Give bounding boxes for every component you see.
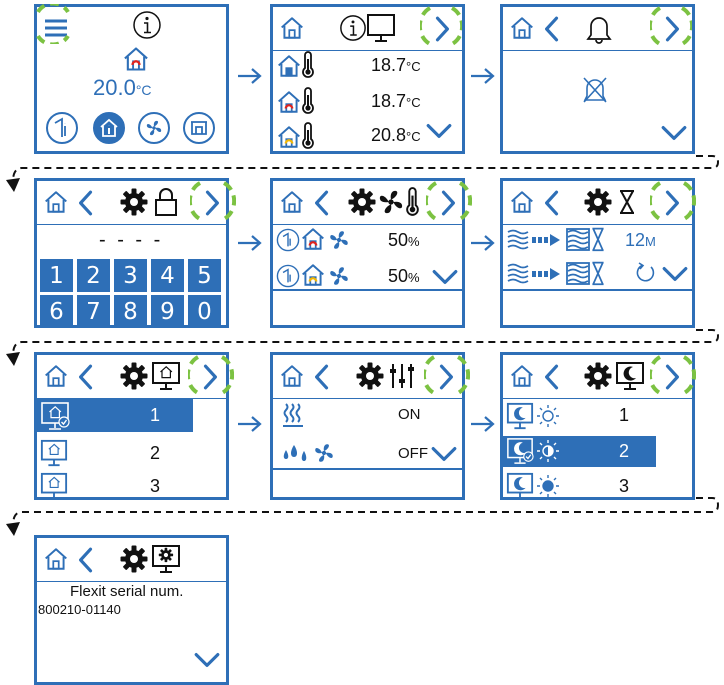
chevron-down-icon[interactable] bbox=[431, 268, 459, 286]
fan-row-value: 50% bbox=[388, 266, 420, 286]
fan-icon bbox=[328, 265, 350, 287]
chevron-left-icon[interactable] bbox=[77, 546, 95, 574]
mode-option-label: 1 bbox=[150, 405, 161, 425]
fan-icon bbox=[313, 442, 335, 464]
info-row-value: 18.7°C bbox=[371, 91, 421, 111]
serial-number: 800210-01140 bbox=[38, 602, 121, 617]
monitor-icon bbox=[366, 13, 396, 43]
sun-half-icon bbox=[537, 440, 559, 462]
house-extract-icon bbox=[276, 89, 302, 115]
home-temperature: 20.0°C bbox=[93, 75, 152, 100]
info-row-value: 18.7°C bbox=[371, 55, 421, 75]
monitor-gear-icon bbox=[151, 544, 181, 574]
flow-arrow-right bbox=[471, 416, 495, 432]
alarm-off-icon bbox=[583, 77, 607, 103]
home-icon[interactable] bbox=[509, 15, 535, 41]
flow-arrow-right bbox=[471, 68, 495, 84]
house-extract-icon bbox=[300, 226, 326, 252]
key-1[interactable]: 1 bbox=[40, 259, 73, 292]
home-alarm-icon bbox=[122, 45, 150, 73]
heater-icon bbox=[283, 403, 303, 427]
flow-arrow-right bbox=[238, 68, 262, 84]
info-icon bbox=[340, 15, 366, 41]
sleep-option-label[interactable]: 1 bbox=[619, 405, 629, 426]
home-icon[interactable] bbox=[279, 15, 305, 41]
gear-icon bbox=[119, 544, 149, 574]
separator bbox=[503, 289, 692, 291]
separator bbox=[273, 289, 462, 291]
separator bbox=[273, 468, 462, 470]
airflow-boost-icon bbox=[507, 227, 604, 252]
airflow-boost-icon bbox=[507, 261, 604, 286]
bell-icon bbox=[586, 17, 612, 44]
sleep-option-label: 2 bbox=[619, 441, 630, 461]
key-3[interactable]: 3 bbox=[114, 259, 147, 292]
home-icon[interactable] bbox=[43, 546, 69, 572]
screen-serial: Flexit serial num. 800210-01140 bbox=[34, 535, 229, 685]
mode-option-selected[interactable]: 1 bbox=[37, 399, 193, 432]
chevron-left-icon[interactable] bbox=[543, 15, 561, 43]
timer-value: 12M bbox=[625, 230, 656, 250]
thermometer-icon bbox=[301, 51, 315, 79]
flow-wrap-connector bbox=[6, 329, 720, 366]
chevron-down-icon[interactable] bbox=[661, 265, 689, 283]
flow-arrow-right bbox=[471, 235, 495, 251]
flow-arrow-right bbox=[238, 235, 262, 251]
sleep-option-selected[interactable]: 2 bbox=[503, 436, 656, 467]
monitor-home-icon bbox=[40, 439, 68, 467]
away-icon bbox=[276, 264, 300, 288]
setting-value[interactable]: ON bbox=[398, 406, 421, 423]
key-2[interactable]: 2 bbox=[77, 259, 110, 292]
monitor-home-check-icon bbox=[41, 402, 70, 430]
highlight-menu-icon bbox=[36, 4, 70, 44]
highlight-next-icon bbox=[650, 6, 692, 46]
fan-icon bbox=[328, 229, 350, 251]
flow-wrap-connector bbox=[6, 497, 720, 536]
sun-outline-icon bbox=[537, 405, 559, 427]
fan-row-value: 50% bbox=[388, 230, 420, 250]
refresh-icon[interactable] bbox=[633, 261, 657, 285]
monitor-moon-check-icon bbox=[507, 438, 534, 464]
key-5[interactable]: 5 bbox=[188, 259, 221, 292]
flow-arrow-right bbox=[238, 416, 262, 432]
monitor-moon-icon bbox=[506, 402, 534, 430]
chevron-down-icon[interactable] bbox=[193, 651, 221, 669]
flow-wrap-connector bbox=[6, 155, 720, 192]
highlight-next-icon bbox=[420, 6, 462, 46]
info-icon[interactable] bbox=[132, 10, 162, 40]
chevron-down-icon[interactable] bbox=[430, 445, 458, 463]
house-supply-icon bbox=[300, 262, 326, 288]
drops-icon bbox=[283, 445, 307, 461]
thermometer-icon bbox=[301, 87, 315, 115]
serial-label: Flexit serial num. bbox=[70, 583, 184, 600]
setting-value[interactable]: OFF bbox=[398, 445, 428, 462]
chevron-down-icon[interactable] bbox=[425, 122, 453, 140]
key-4[interactable]: 4 bbox=[151, 259, 184, 292]
mode-option-label[interactable]: 2 bbox=[150, 443, 160, 464]
house-indoor-icon bbox=[276, 53, 302, 79]
away-icon bbox=[276, 228, 300, 252]
code-display: - - - - bbox=[99, 229, 164, 251]
